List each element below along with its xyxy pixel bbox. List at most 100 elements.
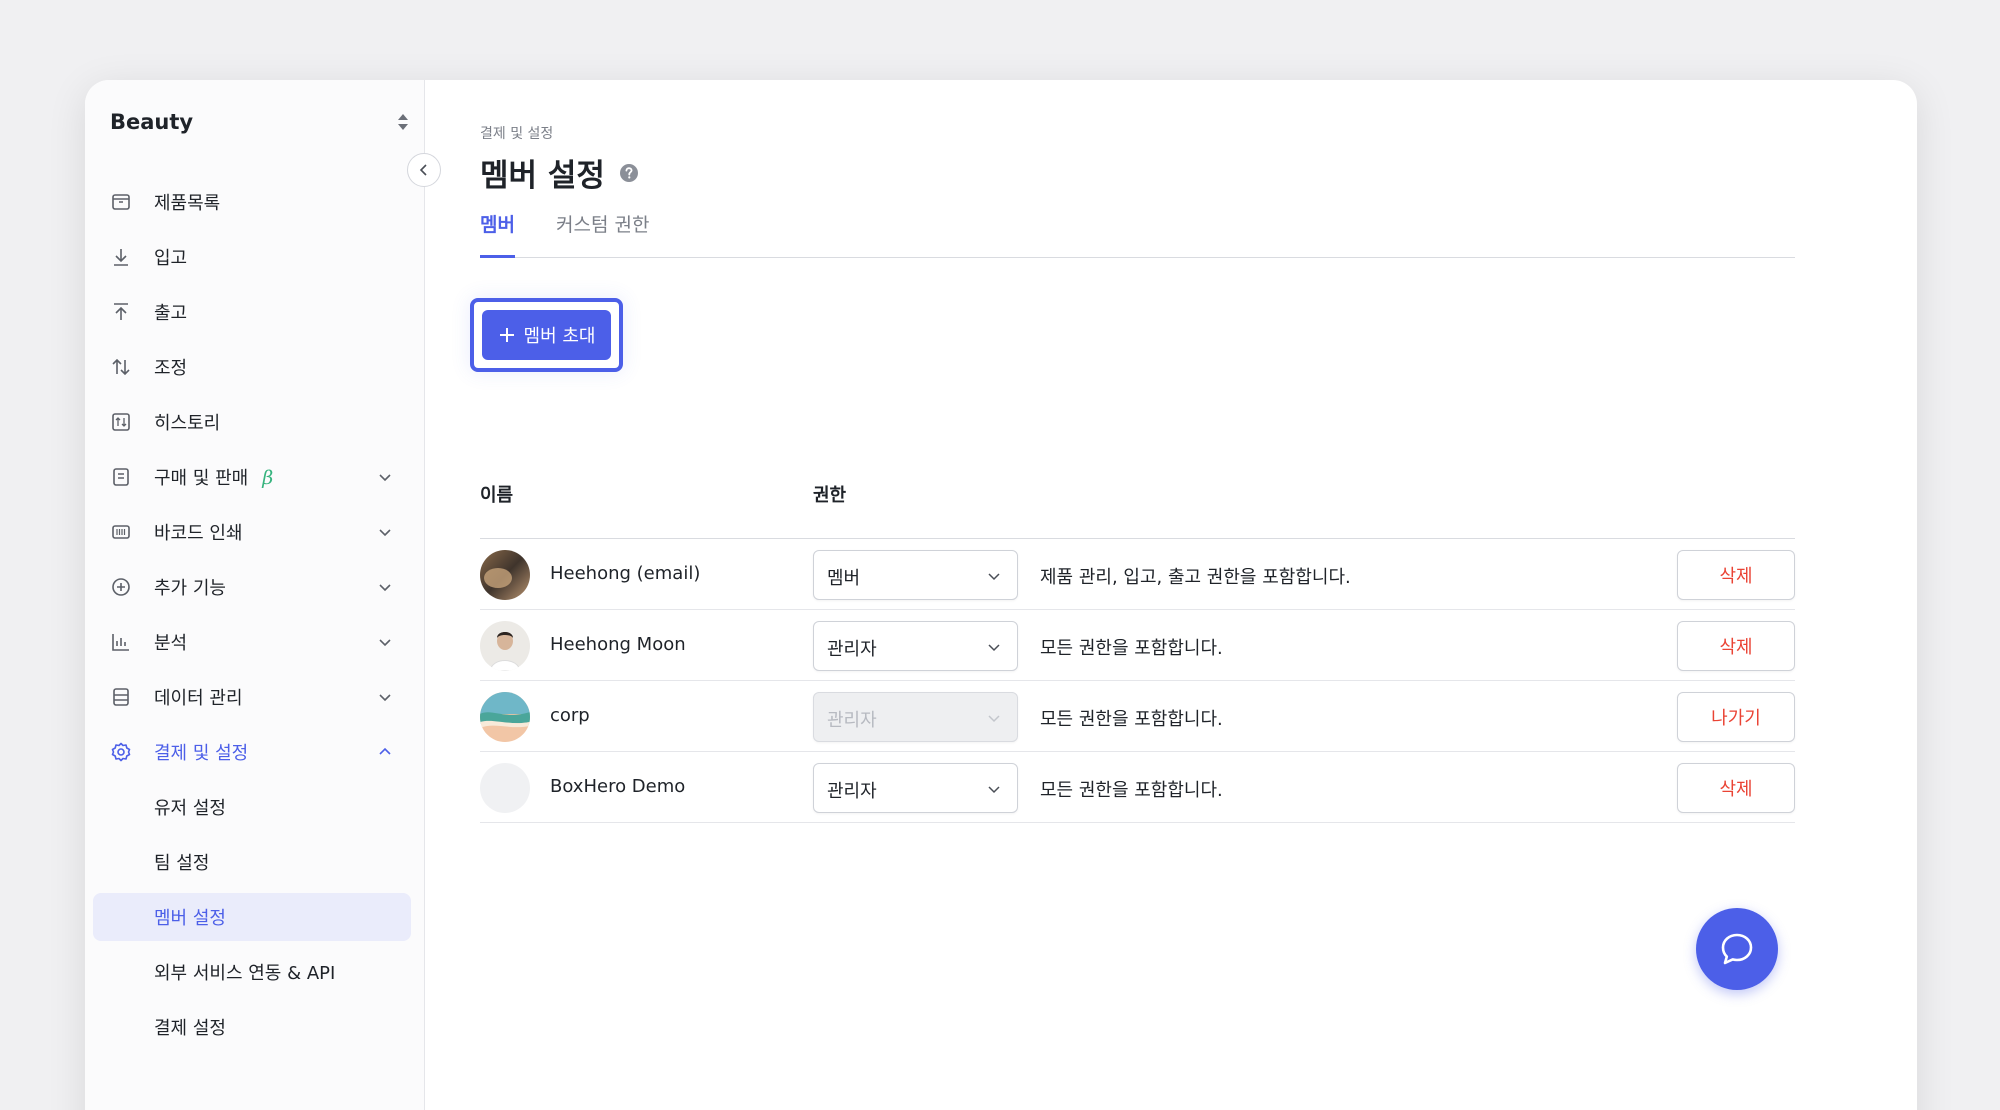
member-name: Heehong Moon [550,634,686,655]
gear-icon [111,742,131,762]
chevron-down-icon [988,644,1000,652]
table-row: Heehong (email) 멤버 제품 관리, 입고, 출고 권한을 포함합… [480,539,1795,610]
arrow-down-icon [114,249,128,266]
role-select: 관리자 [813,692,1018,742]
sidebar-item-label: 결제 설정 [154,1018,226,1039]
app-window: Beauty 제품목록 입고 출고 조정 히스토리 구매 및 판매 β 바코드 … [85,80,1917,1110]
leave-team-button[interactable]: 나가기 [1677,692,1795,742]
sidebar-item-products[interactable]: 제품목록 [93,178,411,226]
role-description: 제품 관리, 입고, 출고 권한을 포함합니다. [1040,567,1351,588]
sidebar-item-label: 분석 [154,633,188,654]
breadcrumb[interactable]: 결제 및 설정 [480,123,553,143]
database-icon [113,688,129,706]
chevron-down-icon [379,639,391,647]
chart-icon [112,634,129,651]
sidebar-item-purchase-sales[interactable]: 구매 및 판매 β [93,453,411,501]
tabs: 멤버 커스텀 권한 [480,200,1795,258]
role-select-value: 멤버 [827,568,861,589]
invite-button-highlight: 멤버 초대 [470,298,623,372]
member-name: Heehong (email) [550,563,701,584]
tab-members[interactable]: 멤버 [480,210,515,258]
sidebar-subitem-member-settings[interactable]: 멤버 설정 [93,893,411,941]
help-icon[interactable] [619,163,639,183]
avatar [480,550,530,600]
sidebar: Beauty 제품목록 입고 출고 조정 히스토리 구매 및 판매 β 바코드 … [85,80,425,1110]
delete-member-button[interactable]: 삭제 [1677,621,1795,671]
sidebar-item-data[interactable]: 데이터 관리 [93,673,411,721]
invite-member-button[interactable]: 멤버 초대 [482,310,611,360]
swap-icon [112,358,130,376]
sidebar-item-label: 제품목록 [154,193,221,214]
sidebar-item-history[interactable]: 히스토리 [93,398,411,446]
chevron-down-icon [379,474,391,482]
chevron-down-icon [379,694,391,702]
plus-icon [499,328,514,342]
sidebar-item-label: 입고 [154,248,188,269]
sidebar-item-label: 히스토리 [154,413,221,434]
sidebar-item-label: 추가 기능 [154,578,226,599]
sidebar-item-label: 외부 서비스 연동 & API [154,963,336,984]
role-select[interactable]: 멤버 [813,550,1018,600]
member-name: corp [550,705,590,726]
avatar [480,692,530,742]
sidebar-item-stock-out[interactable]: 출고 [93,288,411,336]
sidebar-item-label: 바코드 인쇄 [154,523,243,544]
history-icon [112,413,130,431]
role-select[interactable]: 관리자 [813,621,1018,671]
sidebar-item-label: 조정 [154,358,188,379]
main-content: 결제 및 설정 멤버 설정 멤버 커스텀 권한 멤버 초대 이름 권한 Heeh… [425,80,1917,1110]
sidebar-item-addons[interactable]: 추가 기능 [93,563,411,611]
team-name: Beauty [110,110,194,134]
avatar [480,621,530,671]
sidebar-item-adjust[interactable]: 조정 [93,343,411,391]
role-select[interactable]: 관리자 [813,763,1018,813]
role-description: 모든 권한을 포함합니다. [1040,638,1223,659]
sort-icon [398,114,408,130]
sidebar-item-barcode[interactable]: 바코드 인쇄 [93,508,411,556]
chevron-down-icon [988,573,1000,581]
role-select-value: 관리자 [827,781,877,802]
chevron-down-icon [988,715,1000,723]
chevron-down-icon [379,529,391,537]
sidebar-item-label: 팀 설정 [154,853,210,874]
sidebar-item-label: 결제 및 설정 [154,743,249,764]
member-name: BoxHero Demo [550,776,686,797]
arrow-up-icon [114,303,128,320]
chevron-up-icon [379,747,391,755]
box-icon [112,194,130,210]
page-title: 멤버 설정 [480,150,639,195]
role-select-value: 관리자 [827,639,877,660]
table-row: BoxHero Demo 관리자 모든 권한을 포함합니다. 삭제 [480,752,1795,823]
sidebar-item-label: 데이터 관리 [154,688,243,709]
invite-member-label: 멤버 초대 [523,326,596,347]
role-description: 모든 권한을 포함합니다. [1040,780,1223,801]
table-row: corp 관리자 모든 권한을 포함합니다. 나가기 [480,681,1795,752]
page-title-text: 멤버 설정 [480,158,605,194]
chat-bubble-icon [1721,933,1753,965]
team-switcher[interactable]: Beauty [110,102,410,142]
delete-member-button[interactable]: 삭제 [1677,550,1795,600]
sidebar-item-billing-settings[interactable]: 결제 및 설정 [93,728,411,776]
chevron-left-icon [419,164,427,176]
sidebar-item-analytics[interactable]: 분석 [93,618,411,666]
table-header: 이름 권한 [480,469,1795,539]
sidebar-subitem-team-settings[interactable]: 팀 설정 [93,838,411,886]
avatar [480,763,530,813]
delete-member-button[interactable]: 삭제 [1677,763,1795,813]
sidebar-item-label: 멤버 설정 [154,908,226,929]
sidebar-subitem-integrations-api[interactable]: 외부 서비스 연동 & API [93,948,411,996]
beta-badge: β [262,467,274,489]
plus-circle-icon [112,578,130,596]
sidebar-item-stock-in[interactable]: 입고 [93,233,411,281]
sidebar-item-label: 유저 설정 [154,798,226,819]
sidebar-item-label: 구매 및 판매 β [154,467,274,489]
sidebar-collapse-button[interactable] [407,153,441,187]
tab-custom-permissions[interactable]: 커스텀 권한 [556,210,649,258]
barcode-icon [112,525,130,539]
chat-support-button[interactable] [1696,908,1778,990]
chevron-down-icon [379,584,391,592]
role-select-value: 관리자 [827,710,877,731]
sidebar-subitem-user-settings[interactable]: 유저 설정 [93,783,411,831]
document-icon [113,468,129,486]
sidebar-subitem-billing[interactable]: 결제 설정 [93,1003,411,1051]
